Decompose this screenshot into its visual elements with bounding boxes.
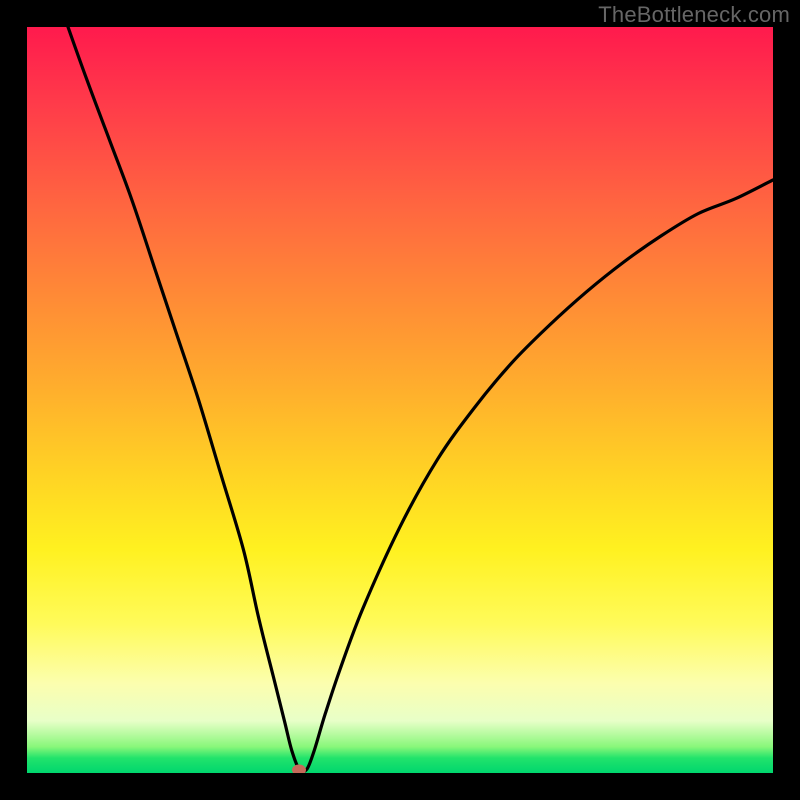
curve-svg bbox=[27, 27, 773, 773]
curve-path bbox=[68, 27, 773, 772]
plot-area bbox=[27, 27, 773, 773]
chart-frame: TheBottleneck.com bbox=[0, 0, 800, 800]
watermark-text: TheBottleneck.com bbox=[598, 2, 790, 28]
minimum-marker bbox=[292, 765, 306, 774]
